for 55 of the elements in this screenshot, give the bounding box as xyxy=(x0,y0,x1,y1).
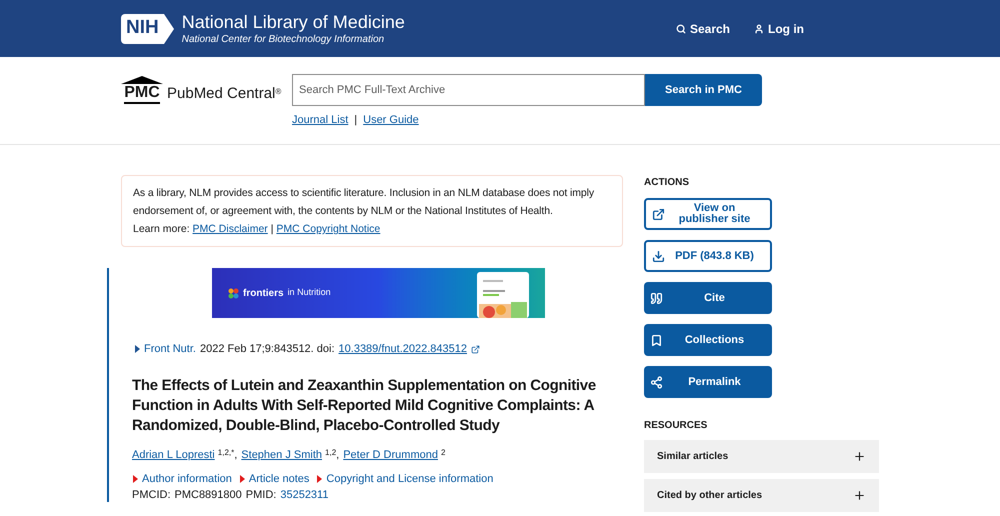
user-icon xyxy=(754,24,764,34)
action-button[interactable]: Permalink xyxy=(644,366,772,398)
pmid-link[interactable]: 35252311 xyxy=(280,489,328,502)
download-icon xyxy=(652,250,665,262)
share-icon xyxy=(650,376,663,388)
article-title: The Effects of Lutein and Zeaxanthin Supplementation on Cognitive Function in Adults With Self-Reported Mild Cognitive Complaints: A Randomized, Double-Blind, Placebo-Controlled Study xyxy=(132,376,597,436)
action-button[interactable]: Cite xyxy=(644,282,772,314)
learn-more-label: Learn more: xyxy=(133,223,191,235)
affiliation-marks: 1,2,* xyxy=(218,448,234,457)
action-button[interactable]: Collections xyxy=(644,324,772,356)
action-button[interactable]: PDF (843.8 KB) xyxy=(644,240,772,272)
frontiers-logo-icon xyxy=(228,288,239,298)
info-toggle-link[interactable]: Copyright and License information xyxy=(316,472,494,486)
disclaimer-link[interactable]: PMC Disclaimer xyxy=(192,223,268,235)
search-button[interactable]: Search in PMC xyxy=(645,74,762,106)
info-toggle-link[interactable]: Author information xyxy=(132,472,232,486)
pmc-logo-text: PubMed Central$^{®}$ xyxy=(167,84,282,104)
external-link-icon xyxy=(652,208,665,220)
copyright-notice-link[interactable]: PMC Copyright Notice xyxy=(276,223,380,235)
search-field[interactable]: Search PMC Full-Text Archive xyxy=(292,74,645,106)
author-link[interactable]: Peter D Drummond xyxy=(343,448,438,462)
external-link-icon xyxy=(471,344,480,354)
search-icon xyxy=(676,24,686,34)
pmid-label: PMID: xyxy=(246,489,276,502)
doi-link[interactable]: 10.3389/fnut.2022.843512 xyxy=(338,342,467,356)
author-separator: , xyxy=(336,448,340,462)
site-title: National Library of Medicine xyxy=(182,11,405,34)
actions-heading: ACTIONS xyxy=(644,176,690,190)
citation-details: 2022 Feb 17;9:843512. doi: xyxy=(200,342,335,356)
pmcid-value: PMC8891800 xyxy=(174,489,242,502)
resource-accordion[interactable]: Cited by other articles xyxy=(644,479,879,512)
link-separator: | xyxy=(270,223,274,235)
caret-icon xyxy=(134,345,140,353)
link-separator: | xyxy=(354,113,358,128)
resource-accordion[interactable]: Similar articles xyxy=(644,440,879,473)
affiliation-marks: 2 xyxy=(440,448,446,457)
login-link[interactable]: Log in xyxy=(754,20,804,38)
notice-text: As a library, NLM provides access to scientific literature. Inclusion in an NLM database does not imply endorsement of, or agreement with, the contents by NLM or the National Institutes of Health. xyxy=(133,186,596,219)
author-separator: , xyxy=(234,448,238,462)
journal-list-link[interactable]: Journal List xyxy=(292,112,348,128)
pmcid-label: PMCID: xyxy=(132,489,170,502)
resources-heading: RESOURCES xyxy=(644,419,708,433)
author-link[interactable]: Stephen J Smith xyxy=(241,448,322,462)
journal-link[interactable]: Front Nutr. xyxy=(144,342,196,356)
affiliation-marks: 1,2 xyxy=(325,448,336,457)
action-button[interactable]: View on publisher site xyxy=(644,198,772,230)
banner-subtitle: in Nutrition xyxy=(288,286,331,300)
user-guide-link[interactable]: User Guide xyxy=(363,112,419,128)
quote-icon xyxy=(650,292,663,304)
site-subtitle: National Center for Biotechnology Information xyxy=(182,34,386,46)
bookmark-icon xyxy=(650,334,663,346)
banner-brand: frontiers xyxy=(243,286,284,300)
info-toggle-link[interactable]: Article notes xyxy=(238,472,310,486)
author-link[interactable]: Adrian L Lopresti xyxy=(132,448,215,462)
search-link[interactable]: Search xyxy=(676,20,730,38)
